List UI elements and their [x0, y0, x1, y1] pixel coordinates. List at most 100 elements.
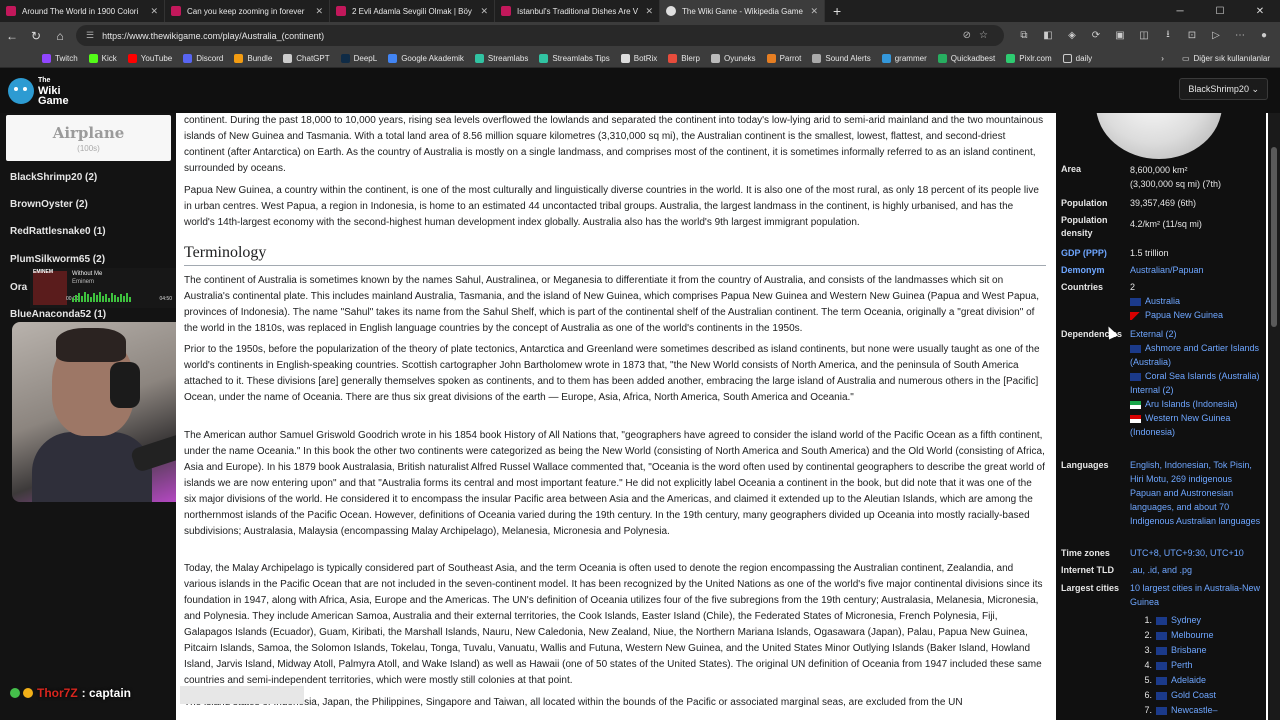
- city-row[interactable]: 2. Melbourne: [1130, 628, 1264, 642]
- streamlabs-icon: [474, 53, 484, 63]
- browser-tab[interactable]: Istanbul's Traditional Dishes Are V ✕: [495, 0, 660, 22]
- bookmark-item[interactable]: Streamlabs Tips: [539, 53, 610, 63]
- visualizer-bar: [90, 297, 92, 302]
- wikigame-logo[interactable]: The Wiki Game: [8, 76, 69, 107]
- bookmark-item[interactable]: Pixlr.com: [1006, 53, 1052, 63]
- scrollbar-thumb[interactable]: [1271, 147, 1277, 327]
- bookmark-item[interactable]: ChatGPT: [283, 53, 330, 63]
- browser-tab-active[interactable]: The Wiki Game - Wikipedia Game ✕: [660, 0, 825, 22]
- player-entry: BlueAnaconda52 (1): [10, 309, 107, 320]
- youtube-icon: [127, 53, 137, 63]
- visualizer-bar: [72, 298, 74, 302]
- bookmarks-bar: Twitch Kick YouTube Discord Bundle ChatG…: [0, 49, 1280, 68]
- city-row[interactable]: 1. Sydney: [1130, 613, 1264, 627]
- bookmark-item[interactable]: Quickadbest: [937, 53, 995, 63]
- infobox-label[interactable]: Demonym: [1061, 264, 1105, 277]
- minimize-icon[interactable]: ─: [1160, 6, 1200, 17]
- infobox-value[interactable]: Australian/Papuan: [1130, 263, 1264, 277]
- home-icon[interactable]: ⌂: [48, 29, 72, 43]
- bookmark-item[interactable]: Parrot: [766, 53, 801, 63]
- maximize-icon[interactable]: ☐: [1200, 6, 1240, 17]
- city-row[interactable]: 4. Perth: [1130, 658, 1264, 672]
- kick-icon: [88, 53, 98, 63]
- bookmark-folder[interactable]: daily: [1062, 53, 1092, 63]
- australia-flag-icon: [1130, 372, 1141, 381]
- bookmark-item[interactable]: YouTube: [127, 53, 172, 63]
- infobox-label: Population density: [1061, 215, 1108, 238]
- octopus-logo-icon: [8, 78, 34, 104]
- browser-tab[interactable]: Around The World in 1900 Colori ✕: [0, 0, 165, 22]
- extension-icon[interactable]: ⋯: [1228, 30, 1252, 41]
- infobox-value[interactable]: .au, .id, and .pg: [1130, 563, 1264, 577]
- bookmark-item[interactable]: DeepL: [340, 53, 377, 63]
- user-menu-button[interactable]: BlackShrimp20 ⌄: [1179, 78, 1268, 100]
- page-scrollbar[interactable]: [1268, 113, 1280, 720]
- profile-avatar-icon[interactable]: ●: [1252, 30, 1276, 41]
- bookmark-item[interactable]: Discord: [183, 53, 223, 63]
- bookmark-item[interactable]: Blerp: [668, 53, 700, 63]
- article-paragraph: continent. During the past 18,000 to 10,…: [184, 115, 1044, 174]
- botrix-icon: [620, 53, 630, 63]
- close-window-icon[interactable]: ✕: [1240, 6, 1280, 17]
- streamlabs-icon: [539, 53, 549, 63]
- extension-icon[interactable]: ▷: [1204, 30, 1228, 41]
- country-link[interactable]: Australia: [1130, 294, 1264, 308]
- infobox-value[interactable]: UTC+8, UTC+9:30, UTC+10: [1130, 546, 1264, 560]
- extension-icon[interactable]: ◧: [1036, 30, 1060, 41]
- site-info-icon[interactable]: ☰: [86, 30, 94, 41]
- new-tab-button[interactable]: +: [833, 3, 841, 19]
- browser-tab[interactable]: 2 Evli Adamla Sevgili Olmak | Böy ✕: [330, 0, 495, 22]
- close-tab-icon[interactable]: ✕: [810, 6, 818, 17]
- album-label: EMINEM: [33, 269, 53, 275]
- bookmark-star-icon[interactable]: ⊘☆: [963, 30, 996, 41]
- other-bookmarks[interactable]: › ▭ Diğer sık kullanılanlar: [1161, 49, 1270, 68]
- bookmark-item[interactable]: grammer: [881, 53, 927, 63]
- close-tab-icon[interactable]: ✕: [315, 6, 323, 17]
- bookmark-item[interactable]: Twitch: [42, 53, 78, 63]
- chevron-right-icon[interactable]: ›: [1161, 54, 1164, 63]
- headset-icon: [110, 362, 140, 408]
- section-heading: Terminology: [184, 244, 1046, 266]
- city-row[interactable]: 3. Brisbane: [1130, 643, 1264, 657]
- menu-icon[interactable]: ⋮: [1276, 30, 1280, 41]
- visualizer-bar: [120, 294, 122, 302]
- back-icon[interactable]: ←: [0, 29, 24, 43]
- badge-icon: [10, 688, 20, 698]
- extension-icon[interactable]: ⟳: [1084, 30, 1108, 41]
- address-bar[interactable]: ☰ https://www.thewikigame.com/play/Austr…: [76, 25, 1004, 46]
- close-tab-icon[interactable]: ✕: [150, 6, 158, 17]
- extension-icon[interactable]: ⧉: [1012, 30, 1036, 41]
- country-link[interactable]: Papua New Guinea: [1130, 308, 1264, 322]
- extension-icon[interactable]: ◈: [1060, 30, 1084, 41]
- article-paragraph: Papua New Guinea, a country within the c…: [184, 185, 1039, 228]
- folder-icon: [1062, 53, 1072, 63]
- close-tab-icon[interactable]: ✕: [645, 6, 653, 17]
- bookmark-item[interactable]: Streamlabs: [474, 53, 528, 63]
- chat-message: Thor7Z : captain: [10, 686, 131, 700]
- browser-tab[interactable]: Can you keep zooming in forever ✕: [165, 0, 330, 22]
- city-row[interactable]: 7. Newcastle–: [1130, 703, 1264, 717]
- bookmark-item[interactable]: Oyuneks: [710, 53, 756, 63]
- bookmark-item[interactable]: Bundle: [234, 53, 272, 63]
- deepl-icon: [340, 53, 350, 63]
- city-row[interactable]: 5. Adelaide: [1130, 673, 1264, 687]
- bookmark-item[interactable]: BotRix: [620, 53, 657, 63]
- visualizer-bar: [75, 295, 77, 302]
- youtube-favicon-icon: [336, 6, 346, 16]
- oyuneks-icon: [710, 53, 720, 63]
- infobox-label[interactable]: GDP (PPP): [1061, 247, 1107, 260]
- extension-icon[interactable]: ▣: [1108, 30, 1132, 41]
- bookmark-item[interactable]: Kick: [88, 53, 117, 63]
- extension-icon[interactable]: ◫: [1132, 30, 1156, 41]
- download-icon[interactable]: ⭳: [1156, 27, 1180, 44]
- chatgpt-icon: [283, 53, 293, 63]
- city-row[interactable]: 6. Gold Coast: [1130, 688, 1264, 702]
- close-tab-icon[interactable]: ✕: [480, 6, 488, 17]
- infobox-value[interactable]: English, Indonesian, Tok Pisin, Hiri Mot…: [1130, 458, 1264, 528]
- bookmark-item[interactable]: Sound Alerts: [812, 53, 871, 63]
- reload-icon[interactable]: ↻: [24, 29, 48, 43]
- streamer-body: [32, 432, 152, 502]
- folder-icon: ▭: [1181, 54, 1190, 63]
- extension-icon[interactable]: ⊡: [1180, 30, 1204, 41]
- bookmark-item[interactable]: Google Akademik: [388, 53, 464, 63]
